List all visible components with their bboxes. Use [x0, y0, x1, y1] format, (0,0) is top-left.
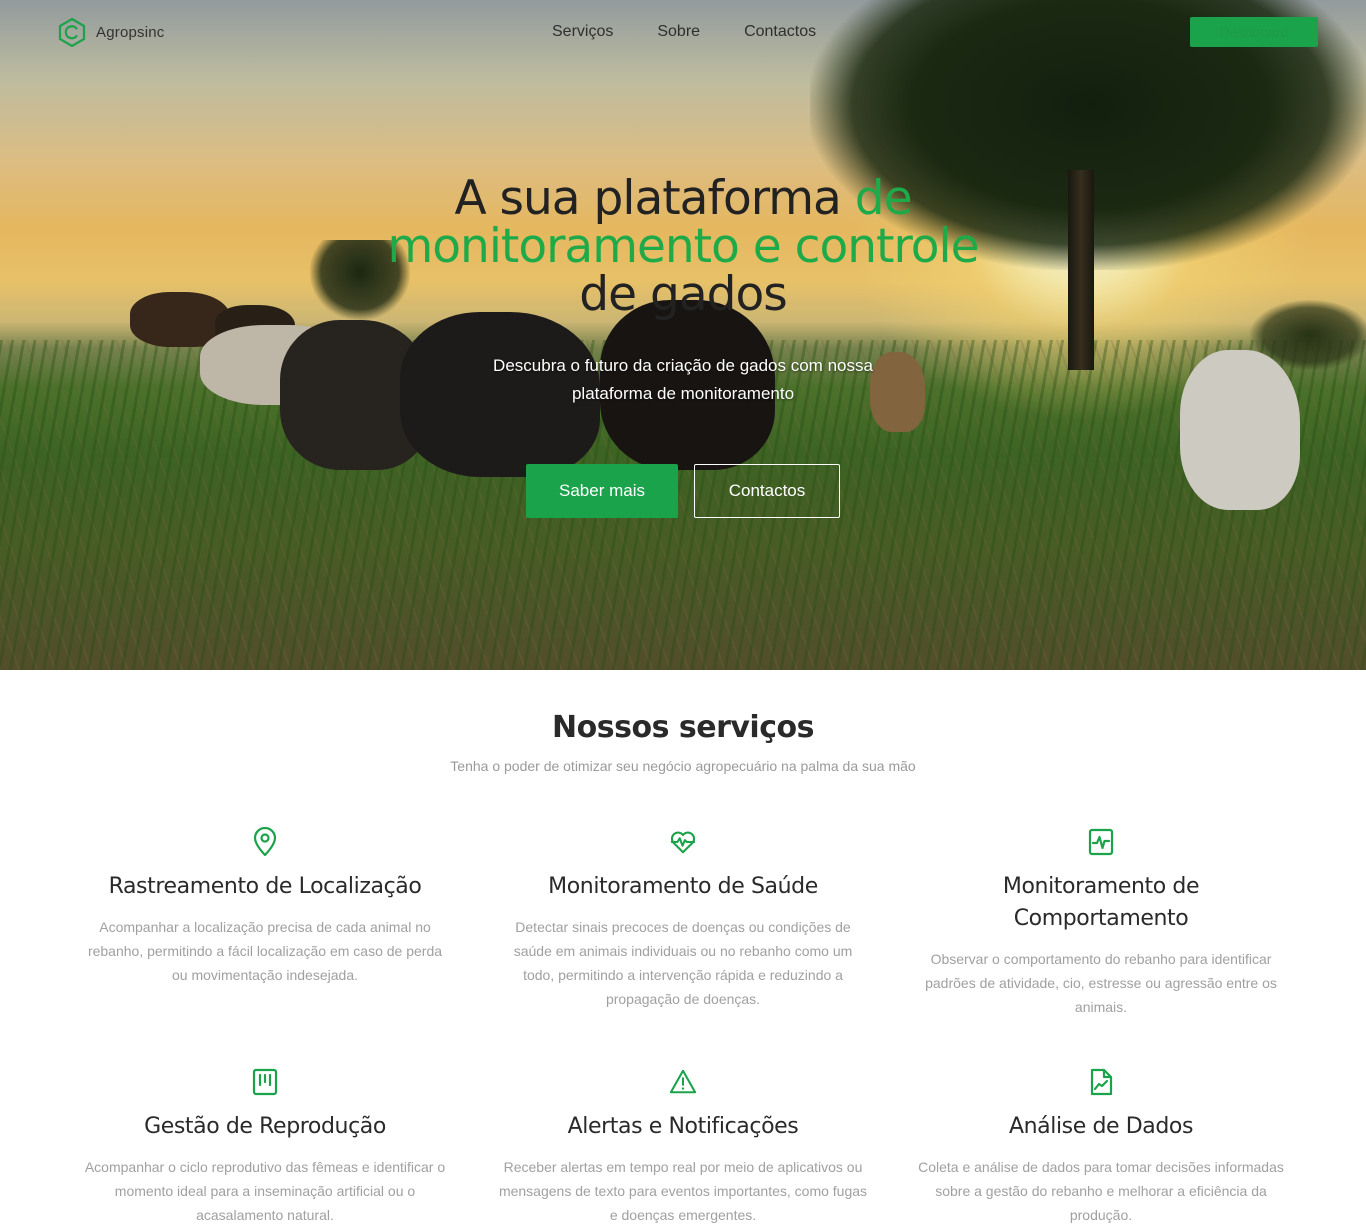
service-description: Observar o comportamento do rebanho para… — [925, 951, 1277, 1015]
dashboard-button[interactable]: Dashboard — [1190, 17, 1318, 47]
service-description: Receber alertas em tempo real por meio d… — [498, 1159, 868, 1223]
service-card-location: Rastreamento de Localização Acompanhar a… — [75, 827, 455, 987]
service-card-data-analysis: Análise de Dados Coleta e análise de dad… — [911, 1067, 1291, 1227]
services-title: Nossos serviços — [552, 710, 814, 745]
hero-overlay — [0, 0, 1366, 670]
service-description: Acompanhar o ciclo reprodutivo das fêmea… — [84, 1159, 446, 1223]
contactos-button[interactable]: Contactos — [694, 464, 840, 518]
brand-logo-icon — [58, 17, 86, 47]
brand[interactable]: Agropsinc — [58, 17, 165, 47]
service-title: Gestão de Reprodução — [144, 1114, 386, 1139]
kanban-icon — [252, 1068, 278, 1096]
location-pin-icon — [253, 827, 277, 857]
service-title: Análise de Dados — [1008, 1114, 1194, 1139]
service-title: Rastreamento de Localização — [108, 874, 422, 899]
service-description: Detectar sinais precoces de doenças ou c… — [513, 919, 853, 1007]
hero-title: A sua plataforma de monitoramento e cont… — [360, 175, 1006, 319]
nav-link-contactos[interactable]: Contactos — [744, 23, 816, 41]
service-card-behavior: Monitoramento de Comportamento Observar … — [911, 827, 1291, 1019]
nav-links: Serviços Sobre Contactos — [552, 23, 816, 41]
activity-icon — [1088, 828, 1114, 856]
top-navbar: Agropsinc Serviços Sobre Contactos Dashb… — [0, 0, 1366, 64]
heart-pulse-icon — [670, 831, 696, 854]
file-chart-icon — [1090, 1068, 1113, 1096]
services-section: Nossos serviços Tenha o poder de otimiza… — [0, 670, 1366, 1223]
services-subtitle: Tenha o poder de otimizar seu negócio ag… — [450, 758, 916, 774]
service-title: Monitoramento de Saúde — [548, 874, 818, 899]
service-title: Monitoramento de Comportamento — [1002, 874, 1200, 931]
nav-link-sobre[interactable]: Sobre — [657, 23, 700, 41]
brand-name: Agropsinc — [96, 23, 165, 41]
hero-subtitle: Descubra o futuro da criação de gados co… — [493, 356, 873, 403]
service-card-alerts: Alertas e Notificações Receber alertas e… — [493, 1067, 873, 1227]
service-card-health: Monitoramento de Saúde Detectar sinais p… — [493, 827, 873, 1011]
hero-title-part2: de gados — [579, 267, 787, 322]
saber-mais-button[interactable]: Saber mais — [526, 464, 678, 518]
service-title: Alertas e Notificações — [567, 1114, 799, 1139]
nav-link-servicos[interactable]: Serviços — [552, 23, 613, 41]
service-description: Acompanhar a localização precisa de cada… — [87, 919, 443, 983]
hero-section: Agropsinc Serviços Sobre Contactos Dashb… — [0, 0, 1366, 670]
service-card-reproduction: Gestão de Reprodução Acompanhar o ciclo … — [75, 1067, 455, 1227]
hero-title-part1: A sua plataforma — [454, 171, 855, 226]
alert-triangle-icon — [669, 1069, 697, 1094]
service-description: Coleta e análise de dados para tomar dec… — [918, 1159, 1284, 1223]
